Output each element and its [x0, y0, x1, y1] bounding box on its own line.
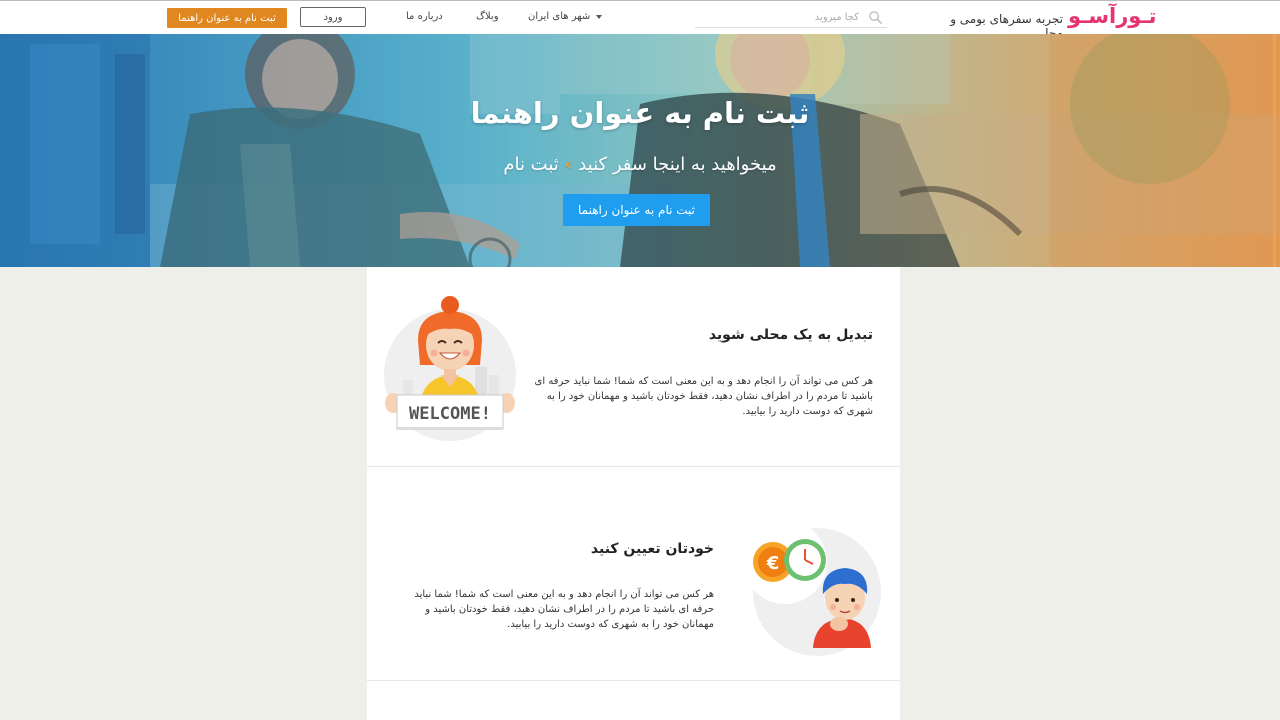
feature-become-local: WELCOME! تبدیل به یک محلی شوید هر کس می … [367, 267, 900, 467]
register-guide-button[interactable]: ثبت نام به عنوان راهنما [167, 8, 287, 28]
nav-blog[interactable]: وبلاگ [476, 11, 499, 22]
features-card: WELCOME! تبدیل به یک محلی شوید هر کس می … [367, 267, 900, 720]
top-navbar: تـورآسـو تجربه سفرهای بومی و محلی شهر ها… [0, 0, 1280, 40]
feature-title: خودتان تعیین کنید [590, 541, 714, 557]
hero-register-button[interactable]: ثبت نام به عنوان راهنما [563, 194, 710, 226]
nav-iran-cities-label: شهر های ایران [528, 11, 591, 22]
svg-text:€: € [766, 553, 780, 574]
search-input[interactable] [695, 7, 863, 27]
nav-about[interactable]: درباره ما [406, 11, 443, 22]
search-icon[interactable] [868, 10, 883, 25]
hero-color-overlay [0, 34, 1280, 267]
welcome-sign-text: WELCOME! [409, 404, 491, 424]
login-button[interactable]: ورود [300, 7, 366, 27]
page-scrollbar[interactable] [1273, 34, 1276, 267]
breadcrumb: میخواهید به اینجا سفر کنید›ثبت نام [420, 154, 860, 175]
hero-title: ثبت نام به عنوان راهنما [470, 96, 810, 130]
nav-iran-cities-dropdown[interactable]: شهر های ایران [528, 11, 603, 22]
search-box [695, 7, 887, 28]
site-logo[interactable]: تـورآسـو [1068, 4, 1157, 28]
breadcrumb-travel-here[interactable]: میخواهید به اینجا سفر کنید [578, 154, 776, 175]
boy-thinking-money-time-illustration: € [743, 520, 881, 656]
hero-banner: ثبت نام به عنوان راهنما میخواهید به اینج… [0, 34, 1280, 267]
feature-description: هر کس می تواند آن را انجام دهد و به این … [534, 376, 873, 417]
feature-decide-yourself: € خودتان تعیین کنید هر کس می تواند آن را… [367, 467, 900, 681]
breadcrumb-separator-icon: › [564, 154, 573, 175]
welcome-girl-illustration: WELCOME! [384, 296, 516, 441]
feature-title: تبدیل به یک محلی شوید [708, 327, 873, 343]
chevron-down-icon [596, 14, 603, 19]
breadcrumb-current: ثبت نام [503, 154, 559, 175]
feature-description: هر کس می تواند آن را انجام دهد و به این … [414, 589, 714, 630]
